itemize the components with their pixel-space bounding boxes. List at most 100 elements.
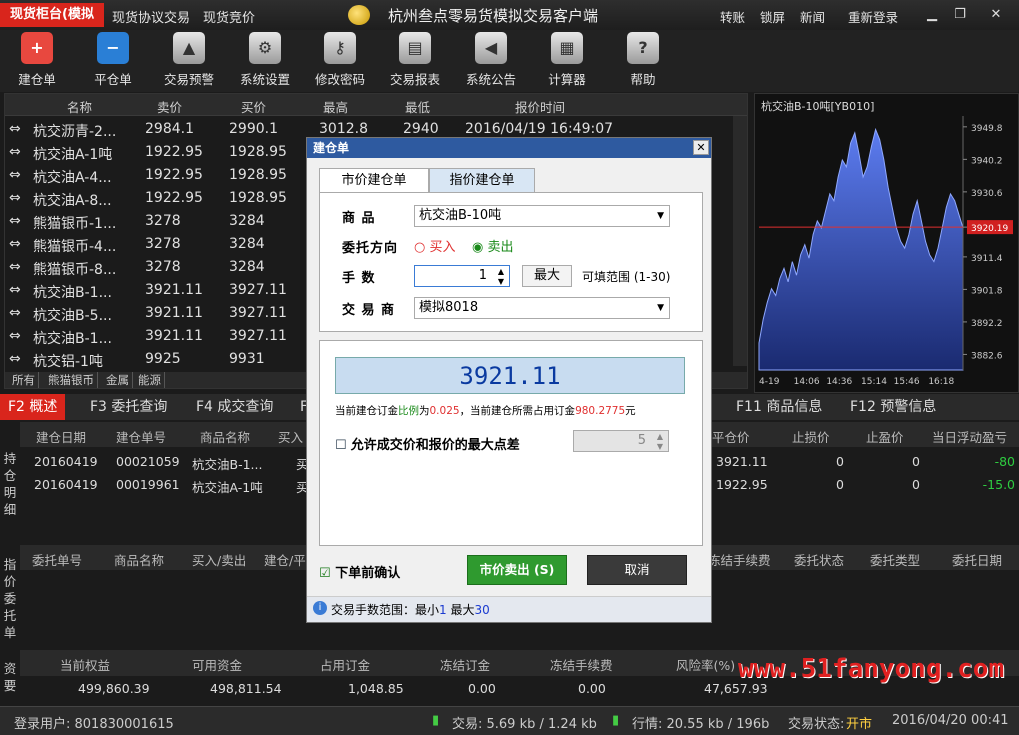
order-col-header[interactable]: 商品名称 <box>114 550 164 569</box>
swap-arrows-icon[interactable]: ⇔ <box>9 259 21 275</box>
swap-arrows-icon[interactable]: ⇔ <box>9 167 21 183</box>
nav-spot-bidding[interactable]: 现货竞价 <box>203 7 255 26</box>
order-form: 商 品 杭交油B-10吨 ▼ 委托方向 ○ 买入 ◉ 卖出 手 数 1 ▲ ▼ 最大 … <box>319 192 703 332</box>
max-button[interactable]: 最大 <box>522 265 572 287</box>
close-position-button[interactable]: − 平仓单 <box>78 32 148 88</box>
broker-label: 交 易 商 <box>342 303 396 318</box>
swap-arrows-icon[interactable]: ⇔ <box>9 144 21 160</box>
tab-limit-order[interactable]: 指价建仓单 <box>429 168 535 192</box>
position-col-header[interactable]: 止盈价 <box>866 427 904 446</box>
spread-stepper[interactable]: 5 ▲ ▼ <box>573 430 669 452</box>
account-col-header: 当前权益 <box>60 658 111 673</box>
allow-spread-checkbox[interactable]: ☐ 允许成交价和报价的最大点差 <box>335 434 520 453</box>
tab-market-order[interactable]: 市价建仓单 <box>319 168 429 193</box>
change-password-button[interactable]: ⚷ 修改密码 <box>305 32 375 88</box>
close-icon[interactable]: ✕ <box>986 5 1006 25</box>
quote-cell: 9925 <box>145 351 181 367</box>
report-icon: ▤ <box>399 32 431 64</box>
x-tick-label: 14:06 <box>794 377 820 387</box>
col-time[interactable]: 报价时间 <box>515 97 565 116</box>
order-col-header[interactable]: 冻结手续费 <box>708 550 771 569</box>
trade-state-label: 交易状态: <box>788 717 845 732</box>
broker-select[interactable]: 模拟8018 ▼ <box>414 297 670 319</box>
col-sell[interactable]: 卖价 <box>157 97 182 116</box>
order-col-header[interactable]: 买入/卖出 <box>192 550 246 569</box>
signal-icon-2: ▮ <box>612 713 620 728</box>
swap-arrows-icon[interactable]: ⇔ <box>9 305 21 321</box>
trade-alert-button[interactable]: ▲ 交易预警 <box>154 32 224 88</box>
tab-f12-alerts[interactable]: F12 预警信息 <box>842 394 944 420</box>
position-col-header[interactable]: 建仓单号 <box>116 427 166 446</box>
position-col-header[interactable]: 平仓价 <box>712 427 750 446</box>
tab-f3-orders[interactable]: F3 委托查询 <box>82 394 175 420</box>
nav-spot-agreement[interactable]: 现货协议交易 <box>112 7 190 26</box>
position-col-header[interactable]: 当日浮动盈亏 <box>932 427 1007 446</box>
transfer-link[interactable]: 转账 <box>720 7 745 26</box>
news-link[interactable]: 新闻 <box>800 7 825 26</box>
stepper-arrows-icon[interactable]: ▲ ▼ <box>498 267 504 287</box>
swap-arrows-icon[interactable]: ⇔ <box>9 190 21 206</box>
position-col-header[interactable]: 止损价 <box>792 427 830 446</box>
tab-f4-trades[interactable]: F4 成交查询 <box>188 394 281 420</box>
position-col-header[interactable]: 商品名称 <box>200 427 250 446</box>
position-col-header[interactable]: 建仓日期 <box>36 427 86 446</box>
trade-report-button[interactable]: ▤ 交易报表 <box>380 32 450 88</box>
quote-cell: 3921.11 <box>145 305 203 321</box>
market-sell-button[interactable]: 市价卖出 (S) <box>467 555 567 585</box>
toolbar-label: 系统设置 <box>239 72 290 87</box>
quote-cell: 3927.11 <box>229 282 287 298</box>
account-value: 498,811.54 <box>210 681 282 696</box>
col-name[interactable]: 名称 <box>67 97 92 116</box>
order-col-header[interactable]: 委托状态 <box>794 550 844 569</box>
open-position-button[interactable]: + 建仓单 <box>2 32 72 88</box>
swap-arrows-icon[interactable]: ⇔ <box>9 236 21 252</box>
help-button[interactable]: ? 帮助 <box>608 32 678 88</box>
sell-radio[interactable]: ◉ 卖出 <box>472 236 514 255</box>
tab-f11-goods[interactable]: F11 商品信息 <box>728 394 830 420</box>
quote-cell: 2940 <box>403 121 439 137</box>
cancel-button[interactable]: 取消 <box>587 555 687 585</box>
confirm-checkbox[interactable]: ☑ 下单前确认 <box>319 562 400 581</box>
tab-panda-coin[interactable]: 熊猫银币 <box>45 372 98 388</box>
tab-all[interactable]: 所有 <box>9 372 39 388</box>
app-tab-spot-counter[interactable]: 现货柜台(模拟 <box>0 3 104 27</box>
order-col-header[interactable]: 建仓/平 <box>264 550 306 569</box>
swap-arrows-icon[interactable]: ⇔ <box>9 351 21 367</box>
positions-side-label: 持仓明细 <box>3 451 17 517</box>
quote-cell: 杭交铝-1吨 <box>33 354 103 370</box>
col-buy[interactable]: 买价 <box>241 97 266 116</box>
tab-energy[interactable]: 能源 <box>135 372 165 388</box>
calculator-button[interactable]: ▦ 计算器 <box>532 32 602 88</box>
quote-cell: 3921.11 <box>145 328 203 344</box>
order-col-header[interactable]: 委托日期 <box>952 550 1002 569</box>
qty-stepper[interactable]: 1 ▲ ▼ <box>414 265 510 287</box>
quote-cell: 杭交油A-4... <box>33 170 112 186</box>
system-notice-button[interactable]: ◀ 系统公告 <box>456 32 526 88</box>
buy-radio[interactable]: ○ 买入 <box>414 236 456 255</box>
col-low[interactable]: 最低 <box>405 97 430 116</box>
tab-f2-overview[interactable]: F2 概述 <box>0 394 66 420</box>
relogin-link[interactable]: 重新登录 <box>848 7 898 26</box>
toolbar-label: 修改密码 <box>314 72 365 87</box>
dialog-close-icon[interactable]: ✕ <box>693 140 709 155</box>
minimize-icon[interactable]: ▁ <box>922 5 942 25</box>
swap-arrows-icon[interactable]: ⇔ <box>9 328 21 344</box>
goods-select[interactable]: 杭交油B-10吨 ▼ <box>414 205 670 227</box>
toolbar-label: 交易报表 <box>389 72 440 87</box>
order-col-header[interactable]: 委托单号 <box>32 550 82 569</box>
y-tick-label: 3901.8 <box>971 286 1003 296</box>
restore-icon[interactable]: ❐ <box>950 5 970 25</box>
quote-scrollbar[interactable] <box>733 116 747 366</box>
swap-arrows-icon[interactable]: ⇔ <box>9 282 21 298</box>
quote-traffic: 行情: 20.55 kb / 196b <box>632 717 770 732</box>
position-col-header[interactable]: 买入 <box>278 427 303 446</box>
lock-screen-link[interactable]: 锁屏 <box>760 7 785 26</box>
stepper-arrows-icon-2[interactable]: ▲ ▼ <box>657 432 663 452</box>
main-toolbar: + 建仓单 − 平仓单 ▲ 交易预警 ⚙ 系统设置 ⚷ 修改密码 ▤ 交易报表 ◀ 系统公告 ▦ 计算器? 帮助 <box>0 30 1019 92</box>
system-settings-button[interactable]: ⚙ 系统设置 <box>230 32 300 88</box>
col-high[interactable]: 最高 <box>323 97 348 116</box>
order-col-header[interactable]: 委托类型 <box>870 550 920 569</box>
swap-arrows-icon[interactable]: ⇔ <box>9 213 21 229</box>
swap-arrows-icon[interactable]: ⇔ <box>9 121 21 137</box>
tab-metal[interactable]: 金属 <box>103 372 133 388</box>
